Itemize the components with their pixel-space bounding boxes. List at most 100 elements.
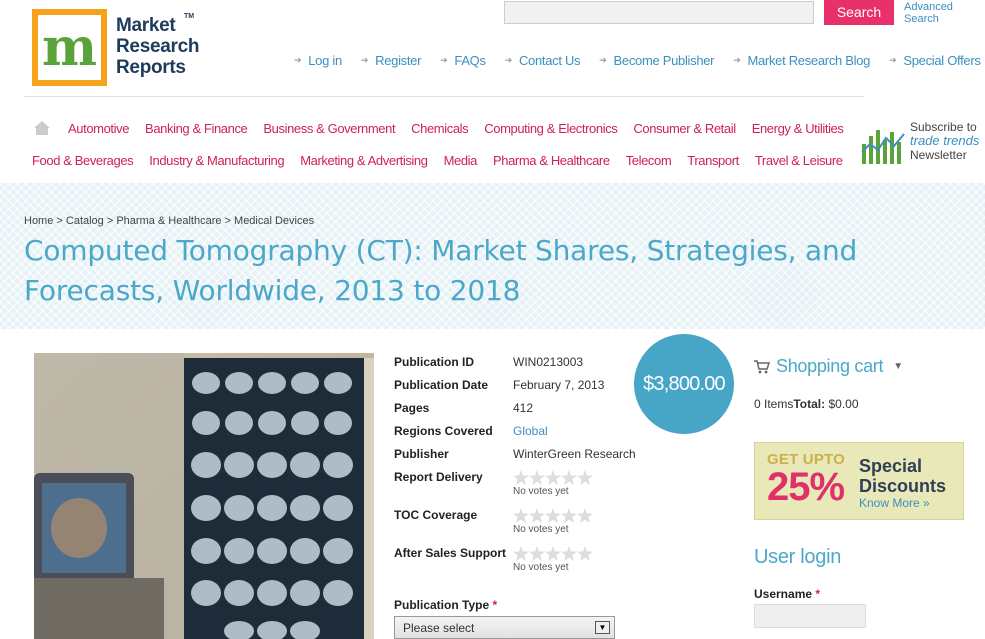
cart-total-label: Total: xyxy=(793,397,826,411)
logo-word-2: Research xyxy=(116,36,200,57)
detail-label: Publication ID xyxy=(394,355,475,369)
discount-discounts: Discounts xyxy=(859,476,947,496)
category-food-beverages[interactable]: Food & Beverages xyxy=(32,153,134,168)
category-marketing-advertising[interactable]: Marketing & Advertising xyxy=(300,153,428,168)
toplink-label: Register xyxy=(375,53,422,68)
newsletter-line-3: Newsletter xyxy=(910,148,967,162)
toplink-register[interactable]: ➔ Register xyxy=(361,53,422,68)
logo-wordmark: Market Research Reports xyxy=(116,15,199,78)
site-logo[interactable]: m Market Research Reports TM xyxy=(32,9,202,87)
detail-value: WIN0213003 xyxy=(513,355,584,369)
shopping-cart-toggle[interactable]: Shopping cart ▼ xyxy=(754,356,903,377)
required-marker: * xyxy=(492,598,498,612)
toplink-login[interactable]: ➔ Log in xyxy=(294,53,342,68)
publication-type-select[interactable]: Please select ▼ xyxy=(394,616,615,639)
category-banking-finance[interactable]: Banking & Finance xyxy=(145,121,248,136)
top-links-nav: ➔ Log in ➔ Register ➔ FAQs ➔ Contact Us ➔ Bec… xyxy=(294,53,985,68)
rating-stars[interactable] xyxy=(513,470,593,485)
detail-label: Publication Date xyxy=(394,378,489,392)
category-automotive[interactable]: Automotive xyxy=(68,121,129,136)
detail-label: After Sales Support xyxy=(394,546,507,560)
detail-label: TOC Coverage xyxy=(394,508,478,522)
star-icon[interactable] xyxy=(577,470,593,485)
product-image xyxy=(34,353,374,639)
username-label-text: Username xyxy=(754,587,813,601)
category-consumer-retail[interactable]: Consumer & Retail xyxy=(633,121,736,136)
advanced-search-line-2: Search xyxy=(904,13,939,25)
detail-value: 412 xyxy=(513,401,534,415)
no-votes-text: No votes yet xyxy=(513,562,569,573)
special-discount-banner[interactable]: GET UPTO 25% Special Discounts Know More… xyxy=(754,442,964,520)
toplink-label: Special Offers xyxy=(903,53,981,68)
star-icon[interactable] xyxy=(513,546,529,561)
region-link[interactable]: Global xyxy=(513,424,548,438)
star-icon[interactable] xyxy=(545,508,561,523)
star-icon[interactable] xyxy=(529,546,545,561)
user-login-heading: User login xyxy=(754,546,842,568)
arrow-icon: ➔ xyxy=(733,55,741,65)
toplink-contact-us[interactable]: ➔ Contact Us xyxy=(505,53,581,68)
star-icon[interactable] xyxy=(561,508,577,523)
star-icon[interactable] xyxy=(577,508,593,523)
star-icon[interactable] xyxy=(513,470,529,485)
newsletter-line-1: Subscribe to xyxy=(910,120,977,134)
detail-label: Publisher xyxy=(394,447,449,461)
toplink-special-offers[interactable]: ➔ Special Offers xyxy=(889,53,981,68)
category-energy-utilities[interactable]: Energy & Utilities xyxy=(752,121,844,136)
logo-word-3: Reports xyxy=(116,57,186,78)
star-icon[interactable] xyxy=(545,470,561,485)
category-pharma-healthcare[interactable]: Pharma & Healthcare xyxy=(493,153,610,168)
detail-value: WinterGreen Research xyxy=(513,447,636,461)
price-badge: $3,800.00 xyxy=(634,334,734,434)
newsletter-text: Subscribe to trade trends Newsletter xyxy=(910,120,979,162)
category-travel-leisure[interactable]: Travel & Leisure xyxy=(755,153,843,168)
category-media[interactable]: Media xyxy=(444,153,478,168)
category-transport[interactable]: Transport xyxy=(687,153,739,168)
rating-stars[interactable] xyxy=(513,508,593,523)
search-button[interactable]: Search xyxy=(824,0,894,25)
logo-trademark: TM xyxy=(184,13,195,20)
advanced-search-link[interactable]: Advanced Search xyxy=(904,1,953,25)
search-input[interactable] xyxy=(504,1,814,24)
star-icon[interactable] xyxy=(561,546,577,561)
category-telecom[interactable]: Telecom xyxy=(626,153,672,168)
chevron-down-icon[interactable]: ▼ xyxy=(595,621,610,634)
star-icon[interactable] xyxy=(529,508,545,523)
category-industry-manufacturing[interactable]: Industry & Manufacturing xyxy=(149,153,284,168)
username-label: Username * xyxy=(754,587,820,601)
username-input[interactable] xyxy=(754,604,866,628)
home-icon[interactable] xyxy=(33,120,51,136)
category-computing-electronics[interactable]: Computing & Electronics xyxy=(484,121,618,136)
toplink-faqs[interactable]: ➔ FAQs xyxy=(440,53,486,68)
star-icon[interactable] xyxy=(545,546,561,561)
cart-title: Shopping cart xyxy=(776,356,884,376)
arrow-icon: ➔ xyxy=(889,55,897,65)
required-marker: * xyxy=(815,587,821,601)
advanced-search-line-1: Advanced xyxy=(904,1,953,13)
header-divider xyxy=(24,96,864,97)
cart-icon xyxy=(754,359,770,373)
star-icon[interactable] xyxy=(513,508,529,523)
logo-letter: m xyxy=(38,15,101,80)
cart-summary: 0 ItemsTotal: $0.00 xyxy=(754,397,859,411)
newsletter-subscribe[interactable]: Subscribe to trade trends Newsletter xyxy=(858,118,985,166)
category-nav-row-1: Automotive Banking & Finance Business & … xyxy=(68,121,859,136)
logo-mark: m xyxy=(32,9,107,86)
toplink-become-publisher[interactable]: ➔ Become Publisher xyxy=(599,53,714,68)
toplink-blog[interactable]: ➔ Market Research Blog xyxy=(733,53,870,68)
star-icon[interactable] xyxy=(561,470,577,485)
know-more-link[interactable]: Know More » xyxy=(859,496,930,510)
toplink-label: FAQs xyxy=(454,53,486,68)
category-business-government[interactable]: Business & Government xyxy=(263,121,395,136)
breadcrumb[interactable]: Home > Catalog > Pharma & Healthcare > M… xyxy=(24,215,314,227)
rating-stars[interactable] xyxy=(513,546,593,561)
star-icon[interactable] xyxy=(529,470,545,485)
arrow-icon: ➔ xyxy=(294,55,302,65)
page-title: Computed Tomography (CT): Market Shares,… xyxy=(24,234,858,307)
publication-type-label: Publication Type * xyxy=(394,598,497,612)
detail-label: Report Delivery xyxy=(394,470,483,484)
chart-bars-icon xyxy=(861,130,905,164)
star-icon[interactable] xyxy=(577,546,593,561)
toplink-label: Contact Us xyxy=(518,53,581,68)
category-chemicals[interactable]: Chemicals xyxy=(411,121,468,136)
